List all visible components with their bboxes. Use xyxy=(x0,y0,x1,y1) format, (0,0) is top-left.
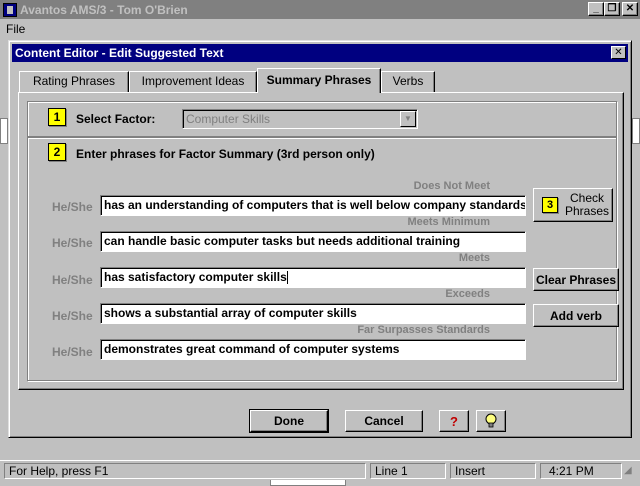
phrase-field-meets[interactable]: has satisfactory computer skills xyxy=(100,267,526,288)
restore-button[interactable]: ❐ xyxy=(604,2,620,16)
lightbulb-icon xyxy=(485,413,497,428)
cancel-button[interactable]: Cancel xyxy=(345,410,423,432)
status-mode: Insert xyxy=(450,463,536,479)
phrase-field-far-surpasses[interactable]: demonstrates great command of computer s… xyxy=(100,339,526,360)
phrase-text: has satisfactory computer skills xyxy=(104,270,287,284)
pronoun-label: He/She xyxy=(52,236,93,250)
phrase-field-does-not-meet[interactable]: has an understanding of computers that i… xyxy=(100,195,526,216)
clear-phrases-button[interactable]: Clear Phrases xyxy=(533,268,619,291)
check-label: Check xyxy=(569,191,604,205)
dialog-title: Content Editor - Edit Suggested Text xyxy=(15,46,224,60)
select-factor-group: 1 Select Factor: Computer Skills ▼ xyxy=(27,101,617,137)
app-title: Avantos AMS/3 - Tom O'Brien xyxy=(20,2,188,17)
chevron-down-icon[interactable]: ▼ xyxy=(400,111,416,127)
summary-phrases-panel: 1 Select Factor: Computer Skills ▼ 2 Ent… xyxy=(18,92,624,390)
resize-grip-icon[interactable]: ◢ xyxy=(624,465,638,479)
pronoun-label: He/She xyxy=(52,345,93,359)
level-label: Does Not Meet xyxy=(413,180,490,192)
dialog-title-bar: Content Editor - Edit Suggested Text ✕ xyxy=(12,44,628,62)
phrase-field-meets-minimum[interactable]: can handle basic computer tasks but need… xyxy=(100,231,526,252)
level-label: Meets Minimum xyxy=(407,216,490,228)
level-label: Far Surpasses Standards xyxy=(357,324,490,336)
document-edge-left xyxy=(0,118,8,144)
dialog-close-button[interactable]: ✕ xyxy=(611,46,626,59)
status-time: 4:21 PM xyxy=(540,463,622,479)
tab-improvement-ideas[interactable]: Improvement Ideas xyxy=(129,71,257,92)
phrases-label: Phrases xyxy=(564,204,610,218)
status-help: For Help, press F1 xyxy=(4,463,366,479)
select-factor-label: Select Factor: xyxy=(76,112,156,126)
phrases-instructions: Enter phrases for Factor Summary (3rd pe… xyxy=(76,147,375,161)
factor-select[interactable]: Computer Skills ▼ xyxy=(182,109,418,129)
level-label: Meets xyxy=(458,252,490,264)
content-editor-dialog: Content Editor - Edit Suggested Text ✕ R… xyxy=(8,40,632,438)
help-icon: ? xyxy=(450,413,458,429)
menu-file[interactable]: File xyxy=(6,22,25,36)
tab-rating-phrases[interactable]: Rating Phrases xyxy=(19,71,129,92)
pronoun-label: He/She xyxy=(52,200,93,214)
app-close-button[interactable]: ✕ xyxy=(622,2,638,16)
level-label: Exceeds xyxy=(445,288,490,300)
app-title-bar: Avantos AMS/3 - Tom O'Brien _ ❐ ✕ xyxy=(0,0,640,19)
phrases-group: 2 Enter phrases for Factor Summary (3rd … xyxy=(27,137,619,381)
menu-bar: File xyxy=(0,19,640,38)
add-verb-button[interactable]: Add verb xyxy=(533,304,619,327)
document-edge-right xyxy=(632,118,640,144)
phrase-field-exceeds[interactable]: shows a substantial array of computer sk… xyxy=(100,303,526,324)
status-line: Line 1 xyxy=(370,463,446,479)
status-bar: For Help, press F1 Line 1 Insert 4:21 PM… xyxy=(0,460,640,480)
pronoun-label: He/She xyxy=(52,309,93,323)
help-button[interactable]: ? xyxy=(439,410,469,432)
step-1-badge: 1 xyxy=(48,108,66,126)
tip-button[interactable] xyxy=(476,410,506,432)
tab-verbs[interactable]: Verbs xyxy=(381,71,435,92)
done-button[interactable]: Done xyxy=(249,409,329,433)
pronoun-label: He/She xyxy=(52,273,93,287)
check-phrases-button[interactable]: 3 Check Phrases xyxy=(533,188,613,222)
step-3-badge: 3 xyxy=(542,197,558,213)
factor-select-value: Computer Skills xyxy=(186,112,271,126)
minimize-button[interactable]: _ xyxy=(588,2,604,16)
text-caret xyxy=(286,271,288,285)
step-2-badge: 2 xyxy=(48,143,66,161)
tab-summary-phrases[interactable]: Summary Phrases xyxy=(257,68,381,93)
app-icon[interactable] xyxy=(3,2,17,17)
